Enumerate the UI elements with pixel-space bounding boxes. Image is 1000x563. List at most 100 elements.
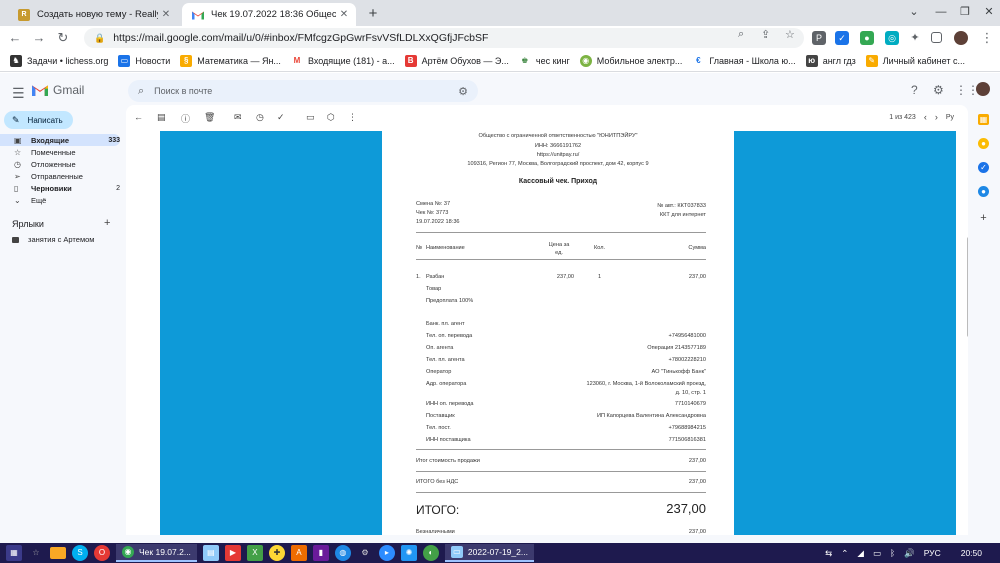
tab-gmail-check[interactable]: Чек 19.07.2022 18:36 Общест ✕ <box>182 3 356 26</box>
delete-icon[interactable]: 🗑 <box>204 112 215 123</box>
file-explorer-icon[interactable] <box>50 547 66 559</box>
bookmark-item[interactable]: § Математика — Ян... <box>180 54 281 67</box>
favorites-star-icon[interactable]: ☆ <box>28 545 44 561</box>
add-label-icon[interactable]: + <box>104 217 110 229</box>
globe-icon[interactable]: ◍ <box>334 545 351 561</box>
extension-fingerprint-icon[interactable]: ◎ <box>885 31 899 45</box>
nav-starred[interactable]: ☆ Помеченные <box>0 146 120 158</box>
move-to-icon[interactable]: ▭ <box>306 112 315 123</box>
receipt-site[interactable]: https://unitpay.ru/ <box>382 152 734 158</box>
contacts-icon[interactable]: ● <box>978 186 989 197</box>
label-item[interactable]: занятия с Артемом <box>12 235 94 244</box>
orange-app-icon[interactable]: A <box>290 545 307 561</box>
search-icon[interactable]: ⌕ <box>138 85 144 98</box>
clock[interactable]: 20:50 <box>961 548 982 558</box>
extension-p-icon[interactable]: P <box>812 31 826 45</box>
close-tab-icon[interactable]: ✕ <box>158 9 174 20</box>
search-icon[interactable]: ⌕ <box>738 28 744 41</box>
language-indicator[interactable]: РУС <box>924 548 941 558</box>
more-options-icon[interactable]: ⋮ <box>348 112 357 123</box>
nav-inbox[interactable]: ▣ Входящие 333 <box>0 134 120 146</box>
input-tools-button[interactable]: Ру <box>946 114 954 121</box>
purple-app-icon[interactable]: ▮ <box>312 545 329 561</box>
detail-label: ИНН оп. перевода <box>426 401 474 407</box>
close-window-button[interactable]: ✕ <box>978 2 1000 22</box>
address-bar[interactable]: 🔒 https://mail.google.com/mail/u/0/#inbo… <box>84 28 804 48</box>
zoom-icon[interactable]: ▸ <box>378 545 395 561</box>
new-tab-button[interactable]: + <box>363 5 383 23</box>
taskbar-app-screenshot[interactable]: ▭ 2022-07-19_2... <box>444 544 534 562</box>
back-icon[interactable]: ← <box>6 29 24 47</box>
green-app-icon[interactable]: ◐ <box>422 545 439 561</box>
share-icon[interactable]: ⇪ <box>761 28 770 41</box>
skype-icon[interactable]: S <box>72 545 88 561</box>
gmail-logo[interactable]: Gmail <box>32 83 84 97</box>
search-input[interactable]: Поиск в почте <box>154 86 212 96</box>
calendar-icon[interactable]: ▦ <box>978 114 989 125</box>
notepad-icon[interactable]: ▤ <box>202 545 219 561</box>
youtube-icon[interactable]: ▶ <box>224 545 241 561</box>
account-avatar[interactable] <box>976 82 990 96</box>
prev-page-icon[interactable]: ‹ <box>924 112 927 122</box>
close-tab-icon[interactable]: ✕ <box>336 9 352 20</box>
reload-icon[interactable]: ↻ <box>54 29 72 47</box>
bookmark-item[interactable]: B Артём Обухов — Э... <box>404 54 509 67</box>
volume-icon[interactable]: 🔊 <box>904 548 915 559</box>
compose-button[interactable]: ✎ Написать <box>4 111 73 129</box>
search-options-icon[interactable]: ⚙ <box>458 85 468 98</box>
next-page-icon[interactable]: › <box>935 112 938 122</box>
detail-label: Адр. оператора <box>426 381 467 387</box>
forward-icon[interactable]: → <box>30 29 48 47</box>
monitor-icon[interactable]: ▭ <box>873 548 881 559</box>
tab-search-icon[interactable]: ⌄ <box>903 2 925 22</box>
bookmark-star-icon[interactable]: ☆ <box>785 28 795 41</box>
tab-reallywo[interactable]: R Создать новую тему - ReallyWo ✕ <box>8 3 178 26</box>
extension-check-icon[interactable]: ✓ <box>835 31 849 45</box>
archive-icon[interactable]: ▤ <box>157 112 166 123</box>
menu-dots-icon[interactable]: ⋮ <box>978 29 996 47</box>
puzzle-icon[interactable]: ✦ <box>908 31 922 45</box>
nav-drafts[interactable]: ▯ Черновики 2 <box>0 182 120 194</box>
chevron-up-icon[interactable]: ⌃ <box>841 548 848 559</box>
excel-icon[interactable]: X <box>246 545 263 561</box>
bookmark-item[interactable]: ♞ Задачи • lichess.org <box>10 54 108 67</box>
extension-shield-icon[interactable]: ● <box>860 31 874 45</box>
label-icon[interactable]: ⬡ <box>327 112 335 123</box>
bookmark-item[interactable]: M Входящие (181) - а... <box>291 55 395 67</box>
keep-icon[interactable]: ● <box>978 138 989 149</box>
bookmark-item[interactable]: ▭ Новости <box>118 54 170 67</box>
add-addon-icon[interactable]: + <box>978 213 989 224</box>
profile-avatar[interactable] <box>954 31 968 45</box>
bluetooth-icon[interactable]: ᛒ <box>890 548 895 558</box>
taskbar-app-chrome[interactable]: ◉ Чек 19.07.2... <box>116 544 197 562</box>
bookmark-item[interactable]: ♚ чес кинг <box>519 55 570 67</box>
nav-snoozed[interactable]: ◷ Отложенные <box>0 158 120 170</box>
main-menu-icon[interactable]: ☰ <box>12 85 25 102</box>
start-menu-icon[interactable]: ▦ <box>6 545 22 561</box>
wifi-icon[interactable]: ◢ <box>857 548 864 559</box>
yellow-app-icon[interactable]: ✚ <box>268 545 285 561</box>
snip-icon[interactable]: ✺ <box>400 545 417 561</box>
nav-sent[interactable]: ➢ Отправленные <box>0 170 120 182</box>
search-bar[interactable]: ⌕ Поиск в почте ⚙ <box>128 80 478 102</box>
nav-more[interactable]: ⌄ Ещё <box>0 194 120 206</box>
help-icon[interactable]: ? <box>911 83 918 97</box>
restore-button[interactable]: ❐ <box>954 2 976 22</box>
bookmark-item[interactable]: ✎ Личный кабинет с... <box>865 54 965 67</box>
snooze-icon[interactable]: ◷ <box>256 112 264 123</box>
back-to-inbox-icon[interactable]: ← <box>134 112 143 122</box>
bookmark-item[interactable]: € Главная - Школа ю... <box>692 55 796 67</box>
opera-icon[interactable]: O <box>94 545 110 561</box>
add-task-icon[interactable]: ✓ <box>277 112 285 123</box>
mark-unread-icon[interactable]: ✉ <box>234 112 242 123</box>
tasks-icon[interactable]: ✓ <box>978 162 989 173</box>
report-spam-icon[interactable]: ⓘ <box>181 112 190 125</box>
receipt-shift: Смена №: 37 <box>416 201 451 207</box>
settings-gear-icon[interactable]: ⚙ <box>357 545 373 561</box>
app-tray-icon[interactable]: ⇆ <box>825 548 832 559</box>
sidepanel-icon[interactable] <box>931 32 942 43</box>
settings-gear-icon[interactable]: ⚙ <box>933 83 944 97</box>
minimize-button[interactable]: — <box>930 2 952 22</box>
bookmark-item[interactable]: ◉ Мобильное электр... <box>579 54 682 67</box>
bookmark-item[interactable]: ю англ гдз <box>805 54 856 67</box>
